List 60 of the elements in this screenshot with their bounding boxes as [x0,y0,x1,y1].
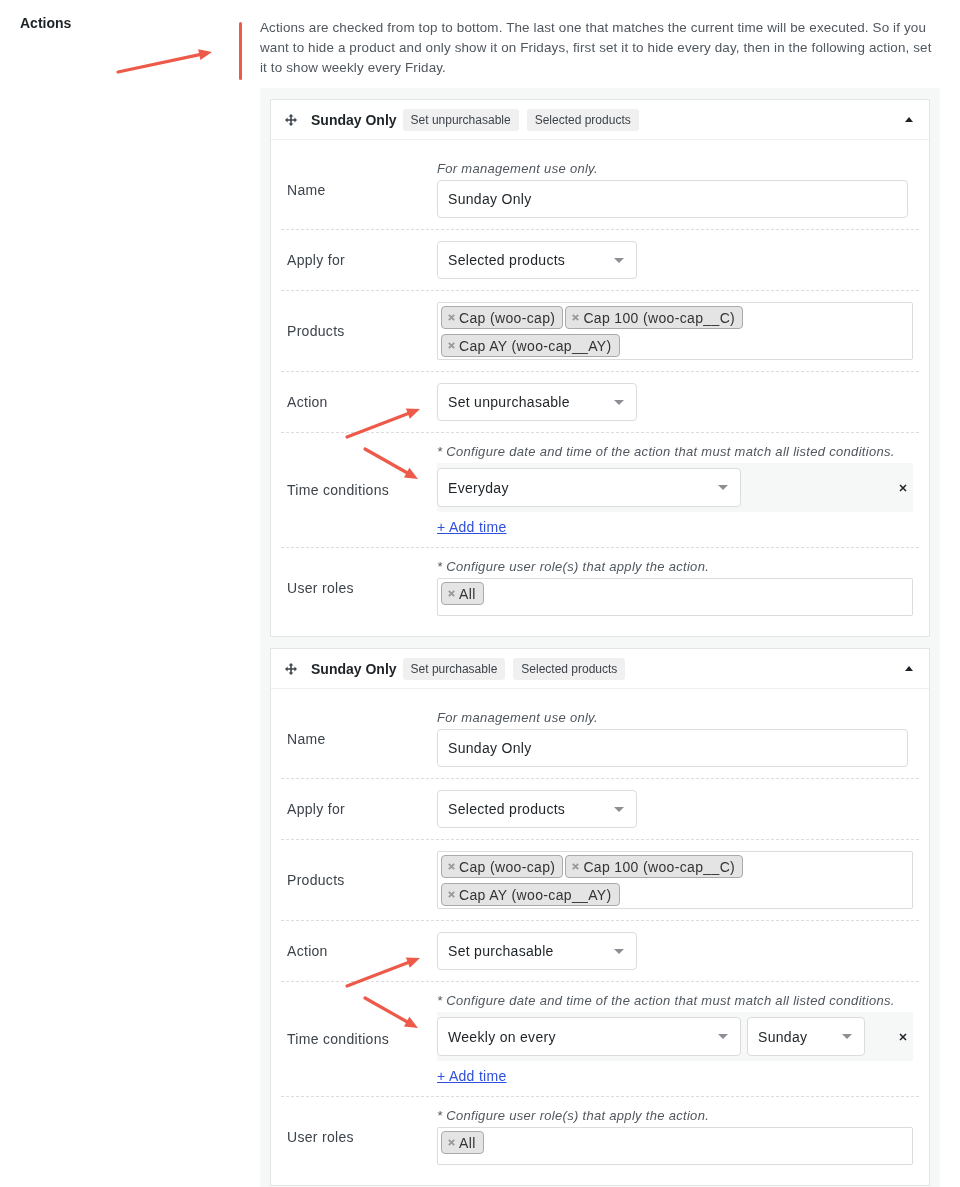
tag-label: Cap (woo-cap) [459,309,556,326]
field-label: Action [287,943,328,959]
field-label: Time conditions [287,1031,390,1047]
field-hint: * Configure user role(s) that apply the action. [437,1108,711,1124]
remove-icon[interactable] [899,1032,907,1041]
action-title: Sunday Only [311,660,397,677]
dropdown[interactable]: Weekly on every [437,1017,741,1056]
field-hint: * Configure date and time of the action that must match all listed conditions. [437,444,896,460]
caret-icon[interactable] [905,117,913,122]
field-label: User roles [287,579,354,596]
action-badge: Set purchasable [402,657,506,680]
action-badge: Selected products [526,108,639,131]
remove-icon[interactable] [899,483,907,492]
caret-icon [614,257,624,263]
caret-icon [718,485,728,490]
tag-label: Cap (woo-cap) [459,858,556,875]
dropdown[interactable]: Sunday [747,1017,865,1056]
field-hint: * Configure date and time of the action that must match all listed conditions. [437,993,896,1009]
field-label: User roles [287,1128,354,1145]
caret-icon[interactable] [905,666,913,671]
tags-field[interactable]: All [437,1127,913,1165]
dropdown[interactable]: Everyday [437,468,741,507]
field-label: Name [287,730,326,747]
field-label: Time conditions [287,482,390,498]
tag-label: Cap AY (woo-cap__AY) [459,886,612,903]
dropdown[interactable]: Selected products [437,790,637,828]
caret-icon [718,1034,728,1039]
field-label: Products [287,323,345,339]
dropdown[interactable]: Set unpurchasable [437,383,637,421]
section-label: Actions [20,14,72,33]
caret-icon [614,948,624,954]
dropdown[interactable]: Selected products [437,241,637,279]
add-time-link[interactable]: + Add time [437,519,507,535]
tag-label: All [459,585,476,602]
text-input[interactable]: Sunday Only [437,729,908,767]
tag-label: Cap AY (woo-cap__AY) [459,337,612,354]
move-icon[interactable] [285,662,297,675]
caret-icon [614,806,624,812]
field-label: Action [287,394,328,410]
field-hint: For management use only. [437,161,599,177]
add-time-link[interactable]: + Add time [437,1068,507,1084]
field-label: Apply for [287,801,345,817]
action-badge: Selected products [513,657,626,680]
tag-label: All [459,1134,476,1151]
move-icon[interactable] [285,113,297,126]
caret-icon [614,399,624,405]
section-description: Actions are checked from top to bottom. The last one that matches the current time will be executed. So if you want to hide a product and only show it on Fridays, first set it to hide every day, then in the following action, set it to show weekly every Friday. [260,19,933,77]
dropdown[interactable]: Set purchasable [437,932,637,970]
field-label: Name [287,181,326,198]
field-hint: * Configure user role(s) that apply the action. [437,559,711,575]
tag-label: Cap 100 (woo-cap__C) [583,858,736,875]
tag-label: Cap 100 (woo-cap__C) [583,309,736,326]
tags-field[interactable]: All [437,578,913,616]
caret-icon [842,1034,852,1039]
field-label: Products [287,872,345,888]
field-hint: For management use only. [437,710,599,726]
action-badge: Set unpurchasable [402,108,519,131]
text-input[interactable]: Sunday Only [437,180,908,218]
action-title: Sunday Only [311,111,397,128]
field-label: Apply for [287,252,345,268]
